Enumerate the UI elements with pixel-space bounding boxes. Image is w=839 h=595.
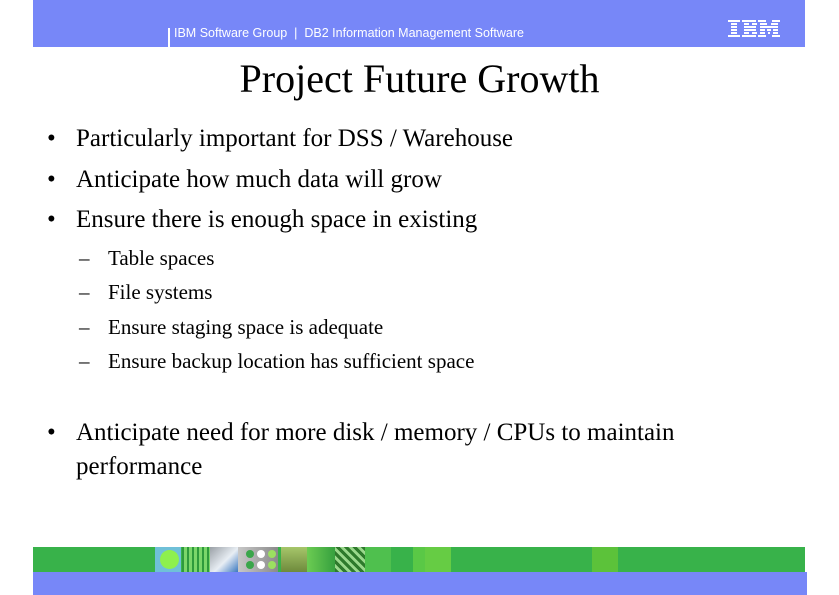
bullet-text: Anticipate how much data will grow	[76, 166, 442, 193]
dash-icon: –	[79, 280, 90, 304]
dash-icon: –	[79, 246, 90, 270]
bullet-item: • Particularly important for DSS / Wareh…	[47, 125, 514, 153]
strip-tile	[365, 547, 391, 572]
dot-icon	[268, 561, 276, 569]
ibm-logo-icon	[728, 20, 780, 37]
dot-icon	[246, 550, 254, 558]
strip-tile	[210, 547, 238, 572]
sub-bullet-item: – File systems	[79, 280, 213, 305]
strip-tile	[592, 547, 618, 572]
dash-icon: –	[79, 315, 90, 339]
sub-bullet-text: Table spaces	[108, 246, 215, 270]
bullet-icon: •	[47, 166, 56, 193]
dot-icon	[246, 561, 254, 569]
dash-icon: –	[79, 349, 90, 373]
dot-icon	[257, 561, 265, 569]
bullet-text: Ensure there is enough space in existing	[76, 206, 478, 233]
header-divider	[168, 28, 170, 47]
circle-icon	[160, 550, 179, 569]
sub-bullet-item: – Ensure staging space is adequate	[79, 315, 384, 340]
bullet-item: • Anticipate need for more disk / memory…	[47, 419, 675, 447]
header-bar: IBM Software Group | DB2 Information Man…	[33, 0, 805, 47]
bullet-icon: •	[47, 125, 56, 152]
bullet-text: Particularly important for DSS / Warehou…	[76, 125, 514, 152]
dot-icon	[257, 550, 265, 558]
sub-bullet-text: File systems	[108, 280, 213, 304]
slide-title: Project Future Growth	[239, 56, 600, 101]
strip-tile	[281, 547, 307, 572]
bullet-text: Anticipate need for more disk / memory /…	[76, 419, 675, 446]
bullet-icon: •	[47, 206, 56, 233]
sub-bullet-text: Ensure backup location has sufficient sp…	[108, 349, 475, 373]
strip-tile	[425, 547, 451, 572]
footer-bar	[33, 572, 807, 595]
footer-image-strip	[33, 547, 805, 572]
strip-tile	[335, 547, 365, 572]
sub-bullet-item: – Table spaces	[79, 246, 215, 271]
sub-bullet-item: – Ensure backup location has sufficient …	[79, 349, 475, 374]
bullet-item: • Anticipate how much data will grow	[47, 166, 442, 194]
header-text: IBM Software Group | DB2 Information Man…	[174, 26, 524, 40]
sub-bullet-text: Ensure staging space is adequate	[108, 315, 384, 339]
bullet-continuation: performance	[76, 453, 203, 480]
bullet-icon: •	[47, 419, 56, 446]
strip-tile	[182, 547, 210, 572]
dot-icon	[268, 550, 276, 558]
bullet-item: • Ensure there is enough space in existi…	[47, 206, 478, 234]
